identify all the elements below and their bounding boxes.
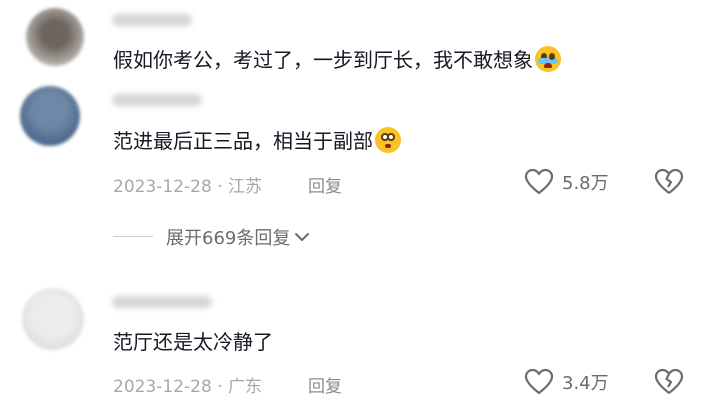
comment-text: 假如你考公，考过了，一步到厅长，我不敢想象 — [113, 46, 561, 74]
comment-text-content: 范进最后正三品，相当于副部 — [113, 129, 373, 153]
reply-button[interactable]: 回复 — [308, 172, 342, 197]
comment-text: 范进最后正三品，相当于副部 — [113, 127, 401, 155]
like-count: 5.8万 — [562, 173, 609, 194]
like-button[interactable]: 5.8万 — [524, 168, 609, 196]
username-blurred[interactable] — [112, 14, 192, 26]
comment-meta: 2023-12-28 · 江苏 — [113, 177, 263, 197]
divider — [113, 236, 153, 237]
loudly-crying-face-icon — [535, 46, 561, 72]
username-blurred[interactable] — [112, 296, 212, 308]
dislike-button[interactable] — [654, 368, 684, 400]
broken-heart-icon — [654, 368, 684, 394]
chevron-down-icon — [295, 233, 310, 241]
like-count: 3.4万 — [562, 373, 609, 394]
flushed-face-icon — [375, 127, 401, 153]
comment-text-content: 假如你考公，考过了，一步到厅长，我不敢想象 — [113, 48, 533, 72]
reply-button[interactable]: 回复 — [308, 372, 342, 397]
dislike-button[interactable] — [654, 168, 684, 200]
expand-replies-label: 展开669条回复 — [166, 228, 291, 249]
expand-replies-button[interactable]: 展开669条回复 — [166, 224, 310, 250]
avatar[interactable] — [22, 288, 84, 350]
like-button[interactable]: 3.4万 — [524, 368, 609, 396]
comment-text: 范厅还是太冷静了 — [113, 330, 273, 354]
heart-outline-icon — [524, 368, 554, 395]
heart-outline-icon — [524, 168, 554, 195]
comment-meta: 2023-12-28 · 广东 — [113, 377, 263, 397]
username-blurred[interactable] — [112, 94, 202, 106]
avatar[interactable] — [20, 86, 80, 146]
broken-heart-icon — [654, 168, 684, 194]
avatar[interactable] — [26, 8, 84, 66]
